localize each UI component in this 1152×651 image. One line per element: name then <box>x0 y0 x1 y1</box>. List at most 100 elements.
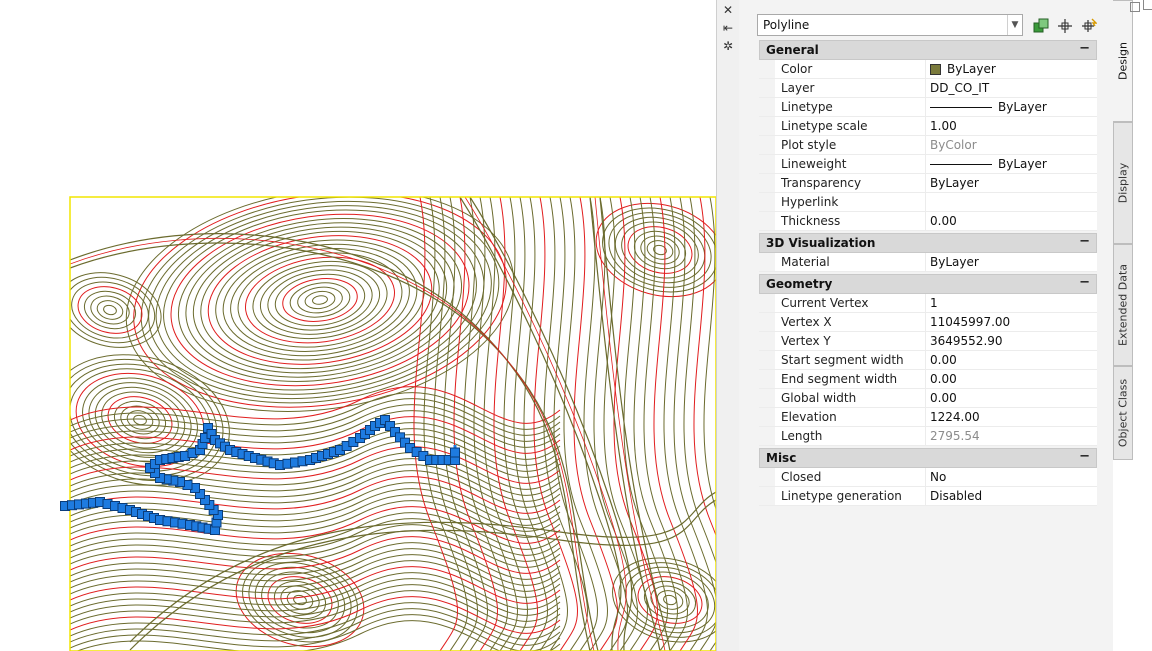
section-header-misc[interactable]: Misc − <box>759 448 1097 468</box>
palette-tabs: Design Display Extended Data Object Class <box>1113 0 1152 651</box>
property-value[interactable]: ByColor <box>926 136 1097 154</box>
collapse-icon[interactable]: − <box>1079 449 1090 464</box>
tab-display[interactable]: Display <box>1113 122 1133 244</box>
property-value[interactable]: ByLayer <box>926 155 1097 173</box>
contour-map <box>60 196 716 651</box>
row-gutter <box>759 389 775 407</box>
property-value[interactable]: ByLayer <box>926 60 1097 78</box>
property-row-vertex-y[interactable]: Vertex Y 3649552.90 <box>759 332 1097 351</box>
property-row-linetype-generation[interactable]: Linetype generation Disabled <box>759 487 1097 506</box>
object-type-dropdown[interactable]: Polyline ▼ <box>757 14 1023 36</box>
property-label: Closed <box>775 468 926 486</box>
property-value-text: 2795.54 <box>930 429 980 443</box>
property-row-plot-style[interactable]: Plot style ByColor <box>759 136 1097 155</box>
row-gutter <box>759 253 775 271</box>
property-value-text: 0.00 <box>930 214 957 228</box>
property-value[interactable]: 2795.54 <box>926 427 1097 445</box>
quick-select-icon[interactable] <box>1079 16 1099 36</box>
property-label: Color <box>775 60 926 78</box>
close-icon[interactable]: ✕ <box>721 3 735 17</box>
property-row-hyperlink[interactable]: Hyperlink <box>759 193 1097 212</box>
collapse-icon[interactable]: − <box>1079 234 1090 249</box>
property-value[interactable]: 0.00 <box>926 212 1097 230</box>
property-value[interactable]: ByLayer <box>926 253 1097 271</box>
property-value[interactable]: 1 <box>926 294 1097 312</box>
row-gutter <box>759 487 775 505</box>
property-label: Vertex X <box>775 313 926 331</box>
property-row-elevation[interactable]: Elevation 1224.00 <box>759 408 1097 427</box>
property-row-closed[interactable]: Closed No <box>759 468 1097 487</box>
row-gutter <box>759 212 775 230</box>
property-label: Transparency <box>775 174 926 192</box>
section-header-general[interactable]: General − <box>759 40 1097 60</box>
property-row-end-segment-width[interactable]: End segment width 0.00 <box>759 370 1097 389</box>
property-value-text: ByLayer <box>947 62 996 76</box>
select-objects-icon[interactable] <box>1055 16 1075 36</box>
property-row-color[interactable]: Color ByLayer <box>759 60 1097 79</box>
property-row-thickness[interactable]: Thickness 0.00 <box>759 212 1097 231</box>
chevron-down-icon[interactable]: ▼ <box>1007 15 1022 35</box>
property-value[interactable]: 0.00 <box>926 370 1097 388</box>
property-value[interactable]: ByLayer <box>926 98 1097 116</box>
property-value-text: ByColor <box>930 138 977 152</box>
property-row-current-vertex[interactable]: Current Vertex 1 <box>759 294 1097 313</box>
property-value[interactable]: 11045997.00 <box>926 313 1097 331</box>
property-value[interactable]: 3649552.90 <box>926 332 1097 350</box>
tab-extended-data[interactable]: Extended Data <box>1113 244 1133 366</box>
contour-lines <box>70 197 716 651</box>
property-row-length[interactable]: Length 2795.54 <box>759 427 1097 446</box>
property-value-text: ByLayer <box>998 157 1047 171</box>
row-gutter <box>759 370 775 388</box>
property-value[interactable]: ByLayer <box>926 174 1097 192</box>
section-header-3d-visualization[interactable]: 3D Visualization − <box>759 233 1097 253</box>
property-row-start-segment-width[interactable]: Start segment width 0.00 <box>759 351 1097 370</box>
tab-design[interactable]: Design <box>1113 0 1133 122</box>
tab-object-class[interactable]: Object Class <box>1113 366 1133 460</box>
property-row-layer[interactable]: Layer DD_CO_IT <box>759 79 1097 98</box>
property-value-text: 0.00 <box>930 372 957 386</box>
property-value[interactable]: 1224.00 <box>926 408 1097 426</box>
row-gutter <box>759 174 775 192</box>
row-gutter <box>759 332 775 350</box>
palette-settings-icon[interactable]: ✲ <box>721 39 735 53</box>
property-grid: General − Color ByLayer Layer DD_CO_IT Linetyp… <box>759 40 1097 506</box>
property-value[interactable]: DD_CO_IT <box>926 79 1097 97</box>
property-row-transparency[interactable]: Transparency ByLayer <box>759 174 1097 193</box>
tab-label: Object Class <box>1116 378 1130 448</box>
property-value-text: No <box>930 470 947 484</box>
auto-hide-icon[interactable]: ⇤ <box>721 21 735 35</box>
property-label: Vertex Y <box>775 332 926 350</box>
restore-icon[interactable] <box>1130 2 1140 12</box>
property-value[interactable]: 1.00 <box>926 117 1097 135</box>
property-value[interactable]: 0.00 <box>926 351 1097 369</box>
drawing-canvas[interactable] <box>0 0 716 651</box>
property-row-linetype[interactable]: Linetype ByLayer <box>759 98 1097 117</box>
row-gutter <box>759 468 775 486</box>
property-row-vertex-x[interactable]: Vertex X 11045997.00 <box>759 313 1097 332</box>
property-label: Plot style <box>775 136 926 154</box>
property-row-lineweight[interactable]: Lineweight ByLayer <box>759 155 1097 174</box>
section-header-geometry[interactable]: Geometry − <box>759 274 1097 294</box>
property-label: Linetype scale <box>775 117 926 135</box>
property-value[interactable] <box>926 193 1097 211</box>
palette-title-strip: ✕ ⇤ ✲ <box>716 0 740 651</box>
property-label: Linetype generation <box>775 487 926 505</box>
collapse-icon[interactable]: − <box>1079 41 1090 56</box>
property-value[interactable]: 0.00 <box>926 389 1097 407</box>
property-label: Current Vertex <box>775 294 926 312</box>
property-value[interactable]: Disabled <box>926 487 1097 505</box>
collapse-icon[interactable]: − <box>1079 275 1090 290</box>
property-row-global-width[interactable]: Global width 0.00 <box>759 389 1097 408</box>
property-row-linetype-scale[interactable]: Linetype scale 1.00 <box>759 117 1097 136</box>
row-gutter <box>759 79 775 97</box>
property-label: Hyperlink <box>775 193 926 211</box>
property-label: Length <box>775 427 926 445</box>
property-row-material[interactable]: Material ByLayer <box>759 253 1097 272</box>
property-value[interactable]: No <box>926 468 1097 486</box>
toggle-pickadd-icon[interactable] <box>1031 16 1051 36</box>
vertex-grip[interactable] <box>450 447 460 458</box>
property-value-text: 1.00 <box>930 119 957 133</box>
row-gutter <box>759 408 775 426</box>
row-gutter <box>759 117 775 135</box>
property-label: Linetype <box>775 98 926 116</box>
